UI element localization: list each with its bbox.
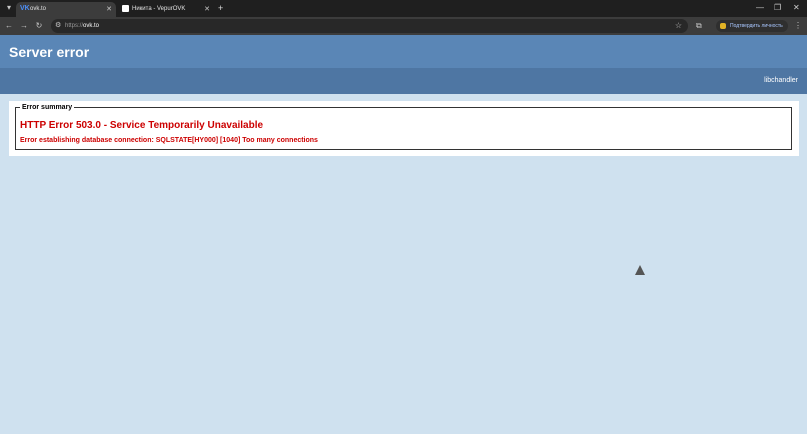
- error-content: Error summary HTTP Error 503.0 - Service…: [9, 101, 799, 156]
- address-bar[interactable]: ⚙ https://ovk.to ☆: [51, 19, 688, 33]
- confirm-identity-label: Подтвердить личность: [730, 23, 783, 29]
- url-host: ovk.to: [83, 23, 100, 29]
- url-scheme: https://: [65, 23, 84, 29]
- restore-icon[interactable]: ❐: [774, 3, 781, 13]
- tab-close-icon[interactable]: ✕: [204, 3, 210, 16]
- mouse-cursor-icon: [635, 265, 645, 275]
- tab-close-icon[interactable]: ✕: [106, 3, 112, 16]
- forward-icon[interactable]: →: [19, 20, 29, 32]
- tab-vepurovk[interactable]: Никита - VepurOVK ✕: [118, 2, 214, 17]
- new-tab-button[interactable]: +: [218, 3, 223, 13]
- error-summary-box: Error summary HTTP Error 503.0 - Service…: [15, 103, 792, 150]
- url-field[interactable]: https://ovk.to: [65, 19, 365, 33]
- browser-menu-icon[interactable]: ⋮: [794, 20, 802, 32]
- tab-title: Никита - VepurOVK: [132, 6, 186, 12]
- tab-title: ovk.to: [30, 6, 47, 12]
- browser-toolbar: ← → ↻ ⚙ https://ovk.to ☆ ⧉ Подтвердить л…: [0, 17, 807, 35]
- page-header: Server error: [0, 35, 807, 68]
- page-subheader: libchandler: [0, 68, 807, 94]
- handler-label: libchandler: [764, 77, 798, 84]
- page-title: Server error: [9, 44, 90, 60]
- tab-ovk[interactable]: VK ovk.to ✕: [16, 2, 116, 17]
- minimize-icon[interactable]: —: [756, 3, 764, 13]
- page-favicon-icon: [122, 5, 129, 12]
- error-detail: Error establishing database connection: …: [20, 137, 318, 144]
- confirm-identity-button[interactable]: Подтвердить личность: [716, 20, 788, 32]
- reload-icon[interactable]: ↻: [34, 20, 44, 32]
- tab-search-chevron-icon[interactable]: ▾: [4, 3, 14, 13]
- site-info-icon[interactable]: ⚙: [55, 20, 63, 32]
- extensions-icon[interactable]: ⧉: [696, 20, 704, 32]
- vk-favicon-icon: VK: [20, 5, 30, 12]
- back-icon[interactable]: ←: [4, 20, 14, 32]
- browser-tab-strip: ▾ VK ovk.to ✕ Никита - VepurOVK ✕ + — ❐ …: [0, 0, 807, 17]
- profile-badge-icon: [720, 23, 726, 29]
- error-summary-legend: Error summary: [20, 103, 75, 112]
- bookmark-star-icon[interactable]: ☆: [675, 20, 682, 32]
- window-close-icon[interactable]: ✕: [793, 3, 800, 13]
- error-title: HTTP Error 503.0 - Service Temporarily U…: [20, 120, 264, 131]
